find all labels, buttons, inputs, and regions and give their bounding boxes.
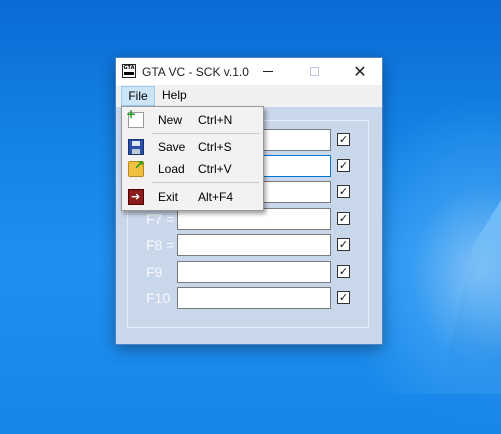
menu-item-label: Load [158,162,185,176]
menu-item-shortcut: Ctrl+V [198,162,232,176]
cheat-input[interactable] [177,234,331,256]
open-folder-icon: ↗ [128,158,144,177]
hotkey-row: F9 ✓ [128,261,368,283]
app-logo-text: GTA [123,65,135,71]
enable-checkbox[interactable]: ✓ [337,159,350,172]
window-title: GTA VC - SCK v.1.0 [142,65,249,79]
menu-item-shortcut: Ctrl+N [198,113,233,127]
menu-help[interactable]: Help [162,86,187,106]
file-menu-dropdown: + New Ctrl+N Save Ctrl+S ↗ Load Ctrl+V ➜… [121,106,264,211]
menu-bar: File Help [116,85,382,107]
maximize-button[interactable] [291,58,337,85]
menu-separator [152,133,259,134]
minimize-icon [263,71,273,72]
exit-door-icon: ➜ [128,189,144,205]
close-button[interactable]: ✕ [337,58,383,85]
hotkey-label: F8 = [146,237,175,253]
close-icon: ✕ [353,62,367,81]
hotkey-label: F9 [146,264,163,280]
enable-checkbox[interactable]: ✓ [337,212,350,225]
menu-item-save[interactable]: Save Ctrl+S [124,136,261,158]
new-file-icon: + [126,108,144,128]
hotkey-row: F8 = ✓ [128,234,368,256]
cheat-input[interactable] [177,261,331,283]
cheat-input[interactable] [177,287,331,309]
menu-item-shortcut: Alt+F4 [198,190,234,204]
menu-item-label: New [158,113,183,127]
menu-item-label: Exit [158,190,179,204]
menu-item-shortcut: Ctrl+S [198,140,232,154]
enable-checkbox[interactable]: ✓ [337,265,350,278]
app-logo-icon: GTA [122,64,136,78]
enable-checkbox[interactable]: ✓ [337,238,350,251]
hotkey-label: F10 [146,290,171,306]
title-bar[interactable]: GTA GTA VC - SCK v.1.0 ✕ [116,58,382,85]
menu-item-label: Save [158,140,186,154]
maximize-icon [309,67,319,76]
menu-item-new[interactable]: + New Ctrl+N [124,108,261,131]
enable-checkbox[interactable]: ✓ [337,291,350,304]
menu-separator [152,182,259,183]
hotkey-row: F10 ✓ [128,287,368,309]
enable-checkbox[interactable]: ✓ [337,185,350,198]
enable-checkbox[interactable]: ✓ [337,133,350,146]
minimize-button[interactable] [245,58,291,85]
menu-file[interactable]: File [121,86,155,106]
cheat-input[interactable] [177,208,331,230]
hotkey-row: F7 = ✓ [128,208,368,230]
hotkey-label: F7 = [146,211,175,227]
menu-item-load[interactable]: ↗ Load Ctrl+V [124,158,261,180]
menu-item-exit[interactable]: ➜ Exit Alt+F4 [124,186,261,208]
floppy-disk-icon [128,139,144,155]
